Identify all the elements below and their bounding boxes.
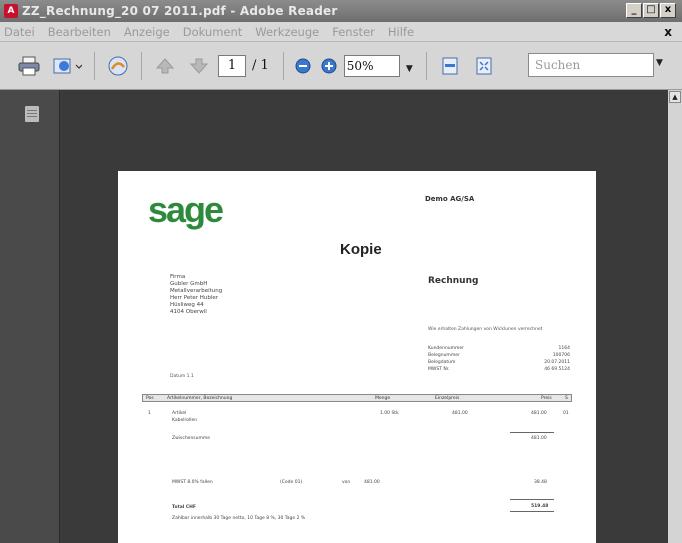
previous-page-button[interactable]: [150, 51, 180, 81]
collaborate-icon: [108, 56, 128, 75]
sage-logo: sage: [148, 189, 224, 230]
address-line: Herr Peter Hubler: [170, 295, 219, 301]
copy-stamp: Kopie: [340, 241, 382, 258]
payment-terms: Zahlbar innerhalb 30 Tage netto, 10 Tage…: [172, 516, 306, 521]
vertical-scrollbar[interactable]: ▲: [668, 90, 682, 543]
document-type: Rechnung: [428, 276, 479, 286]
maximize-button[interactable]: □: [643, 3, 659, 18]
fit-page-button[interactable]: [469, 51, 499, 81]
next-page-button[interactable]: [184, 51, 214, 81]
vat-base: 481.00: [364, 480, 380, 485]
menu-dokument[interactable]: Dokument: [181, 25, 245, 39]
address-line: Gubler GmbH: [170, 281, 208, 287]
col-quantity: Menge: [375, 396, 391, 401]
title-bar: A ZZ_Rechnung_20 07 2011.pdf - Adobe Rea…: [0, 0, 682, 22]
vat-on: von: [342, 480, 351, 485]
address-line: Hüsliweg 44: [170, 302, 204, 308]
total-value: 519.48: [531, 504, 549, 509]
subtotal-label: Zwischensumme: [172, 436, 211, 441]
printer-icon: [18, 56, 40, 75]
zoom-level-select[interactable]: 50% ▼: [343, 54, 413, 77]
menu-hilfe[interactable]: Hilfe: [386, 25, 416, 39]
invoice-info: Kundennummer 1164 Belegnummer 100706 Beleg…: [428, 345, 570, 373]
vat-code: (Code 01): [280, 480, 303, 485]
col-description: Artikelnummer, Bezeichnung: [167, 396, 233, 401]
items-table-header: Pos Artikelnummer, Bezeichnung Menge Ein…: [142, 394, 572, 402]
invoice-note: Wie erhalten Zahlungen von Wicklunen ver…: [428, 327, 543, 332]
company-name: Demo AG/SA: [425, 195, 475, 203]
col-unit-price: Einzelpreis: [435, 396, 460, 401]
minimize-button[interactable]: _: [626, 3, 642, 18]
zoom-out-button[interactable]: [292, 51, 314, 81]
close-window-button[interactable]: x: [660, 3, 676, 18]
zoom-in-button[interactable]: [318, 51, 340, 81]
toolbar-separator: [425, 51, 427, 80]
col-pos: Pos: [146, 396, 154, 401]
toolbar-separator: [282, 51, 284, 80]
subtotal-rule: [510, 432, 554, 433]
subtotal-value: 481.00: [531, 436, 547, 441]
menu-datei[interactable]: Datei: [2, 25, 37, 39]
toolbar-separator: [141, 51, 142, 80]
menu-fenster[interactable]: Fenster: [330, 25, 377, 39]
total-rule-top: [510, 499, 554, 500]
fit-width-icon: [442, 57, 458, 74]
search-options-chevron-icon[interactable]: ▼: [656, 58, 663, 68]
share-icon: [53, 58, 82, 73]
vat-label: MWST 8.0% fallen: [172, 480, 213, 485]
item-subtitle: Kabelrollen: [172, 418, 198, 423]
item-price: 481.00: [531, 411, 547, 416]
pdf-page: sage Demo AG/SA Kopie Rechnung Firma Gub…: [118, 171, 596, 543]
plus-circle-icon: [321, 58, 337, 73]
item-s: 01: [563, 411, 569, 416]
date-line: Datum 1.1: [170, 374, 194, 379]
menu-bearbeiten[interactable]: Bearbeiten: [46, 25, 113, 39]
toolbar-separator: [94, 51, 95, 80]
share-button[interactable]: [48, 51, 86, 81]
arrow-up-icon: [155, 57, 175, 73]
item-description: Artikel: [172, 411, 187, 416]
page-number-input[interactable]: 1: [218, 54, 246, 77]
address-line: Metallverarbeitung: [170, 288, 223, 294]
search-input[interactable]: Suchen: [528, 53, 654, 77]
col-price: Preis: [541, 396, 552, 401]
item-pos: 1: [148, 411, 151, 416]
adobe-reader-icon: A: [4, 4, 18, 18]
navigation-panel: [0, 90, 60, 543]
collaborate-button[interactable]: [103, 51, 133, 81]
pages-icon[interactable]: [25, 106, 39, 122]
info-row: MWST Nr. 46 69 5124: [428, 367, 570, 372]
item-unit-price: 481.00: [452, 411, 468, 416]
address-line: Firma: [170, 274, 186, 280]
window-title: ZZ_Rechnung_20 07 2011.pdf - Adobe Reade…: [22, 4, 338, 18]
arrow-down-icon: [189, 58, 209, 74]
total-label: Total CHF: [172, 505, 197, 510]
fit-width-button[interactable]: [435, 51, 465, 81]
vat-value: 38.48: [534, 480, 547, 485]
info-row: Belegnummer 100706: [428, 353, 570, 358]
col-s: S: [565, 396, 568, 401]
page-total-label: / 1: [252, 58, 269, 73]
item-quantity: 1.00 Stk: [380, 411, 399, 416]
address-line: 4104 Oberwil: [170, 309, 207, 315]
print-button[interactable]: [14, 51, 44, 81]
recipient-address: Firma Gubler GmbH Metallverarbeitung Her…: [170, 274, 222, 316]
menu-bar: Datei Bearbeiten Anzeige Dokument Werkze…: [0, 22, 682, 42]
chevron-down-icon[interactable]: ▼: [406, 59, 413, 79]
window-controls: _ □ x: [626, 3, 676, 18]
info-row: Belegdatum 20.07.2011: [428, 360, 570, 365]
info-row: Kundennummer 1164: [428, 346, 570, 351]
scroll-up-button[interactable]: ▲: [669, 91, 681, 103]
menu-werkzeuge[interactable]: Werkzeuge: [253, 25, 321, 39]
close-document-button[interactable]: x: [664, 25, 672, 39]
fit-page-icon: [476, 57, 492, 74]
minus-circle-icon: [295, 58, 311, 73]
total-rule-bottom: [510, 511, 554, 512]
zoom-level-value: 50%: [346, 58, 374, 73]
menu-anzeige[interactable]: Anzeige: [122, 25, 172, 39]
